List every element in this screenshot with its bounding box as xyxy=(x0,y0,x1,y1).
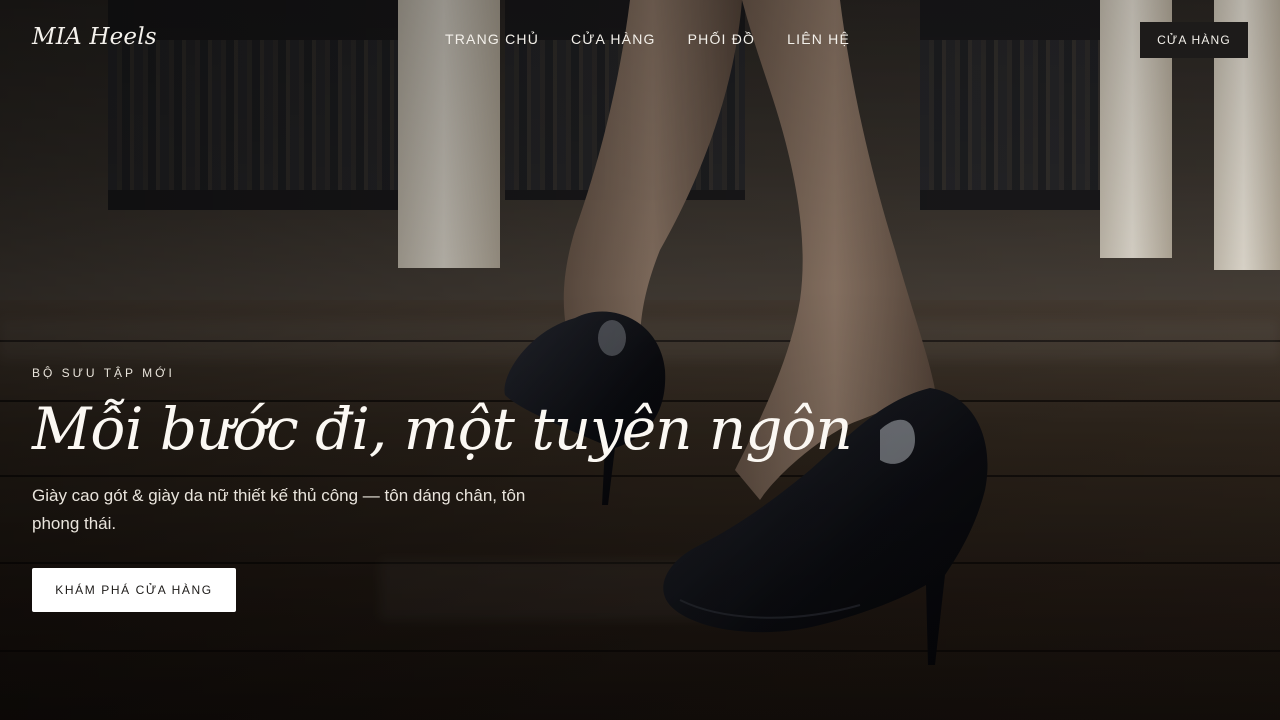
main-navigation: TRANG CHỦ CỬA HÀNG PHỐI ĐỒ LIÊN HỆ xyxy=(445,31,850,47)
hero-section: BỘ SƯU TẬP MỚI Mỗi bước đi, một tuyên ng… xyxy=(32,366,853,612)
explore-shop-button[interactable]: KHÁM PHÁ CỬA HÀNG xyxy=(32,568,236,612)
nav-item-shop[interactable]: CỬA HÀNG xyxy=(571,31,656,47)
hero-title: Mỗi bước đi, một tuyên ngôn xyxy=(32,395,853,463)
site-header: MIA Heels TRANG CHỦ CỬA HÀNG PHỐI ĐỒ LIÊ… xyxy=(0,0,1280,80)
nav-item-outfits[interactable]: PHỐI ĐỒ xyxy=(688,31,756,47)
brand-logo[interactable]: MIA Heels xyxy=(32,24,157,50)
nav-item-home[interactable]: TRANG CHỦ xyxy=(445,31,539,47)
hero-subtitle: Giày cao gót & giày da nữ thiết kế thủ c… xyxy=(32,486,526,533)
nav-item-contact[interactable]: LIÊN HỆ xyxy=(787,31,850,47)
hero-background-image xyxy=(0,0,1280,720)
hero-eyebrow: BỘ SƯU TẬP MỚI xyxy=(32,366,175,380)
header-shop-button[interactable]: CỬA HÀNG xyxy=(1140,22,1248,58)
background-dark-overlay xyxy=(0,0,1280,720)
